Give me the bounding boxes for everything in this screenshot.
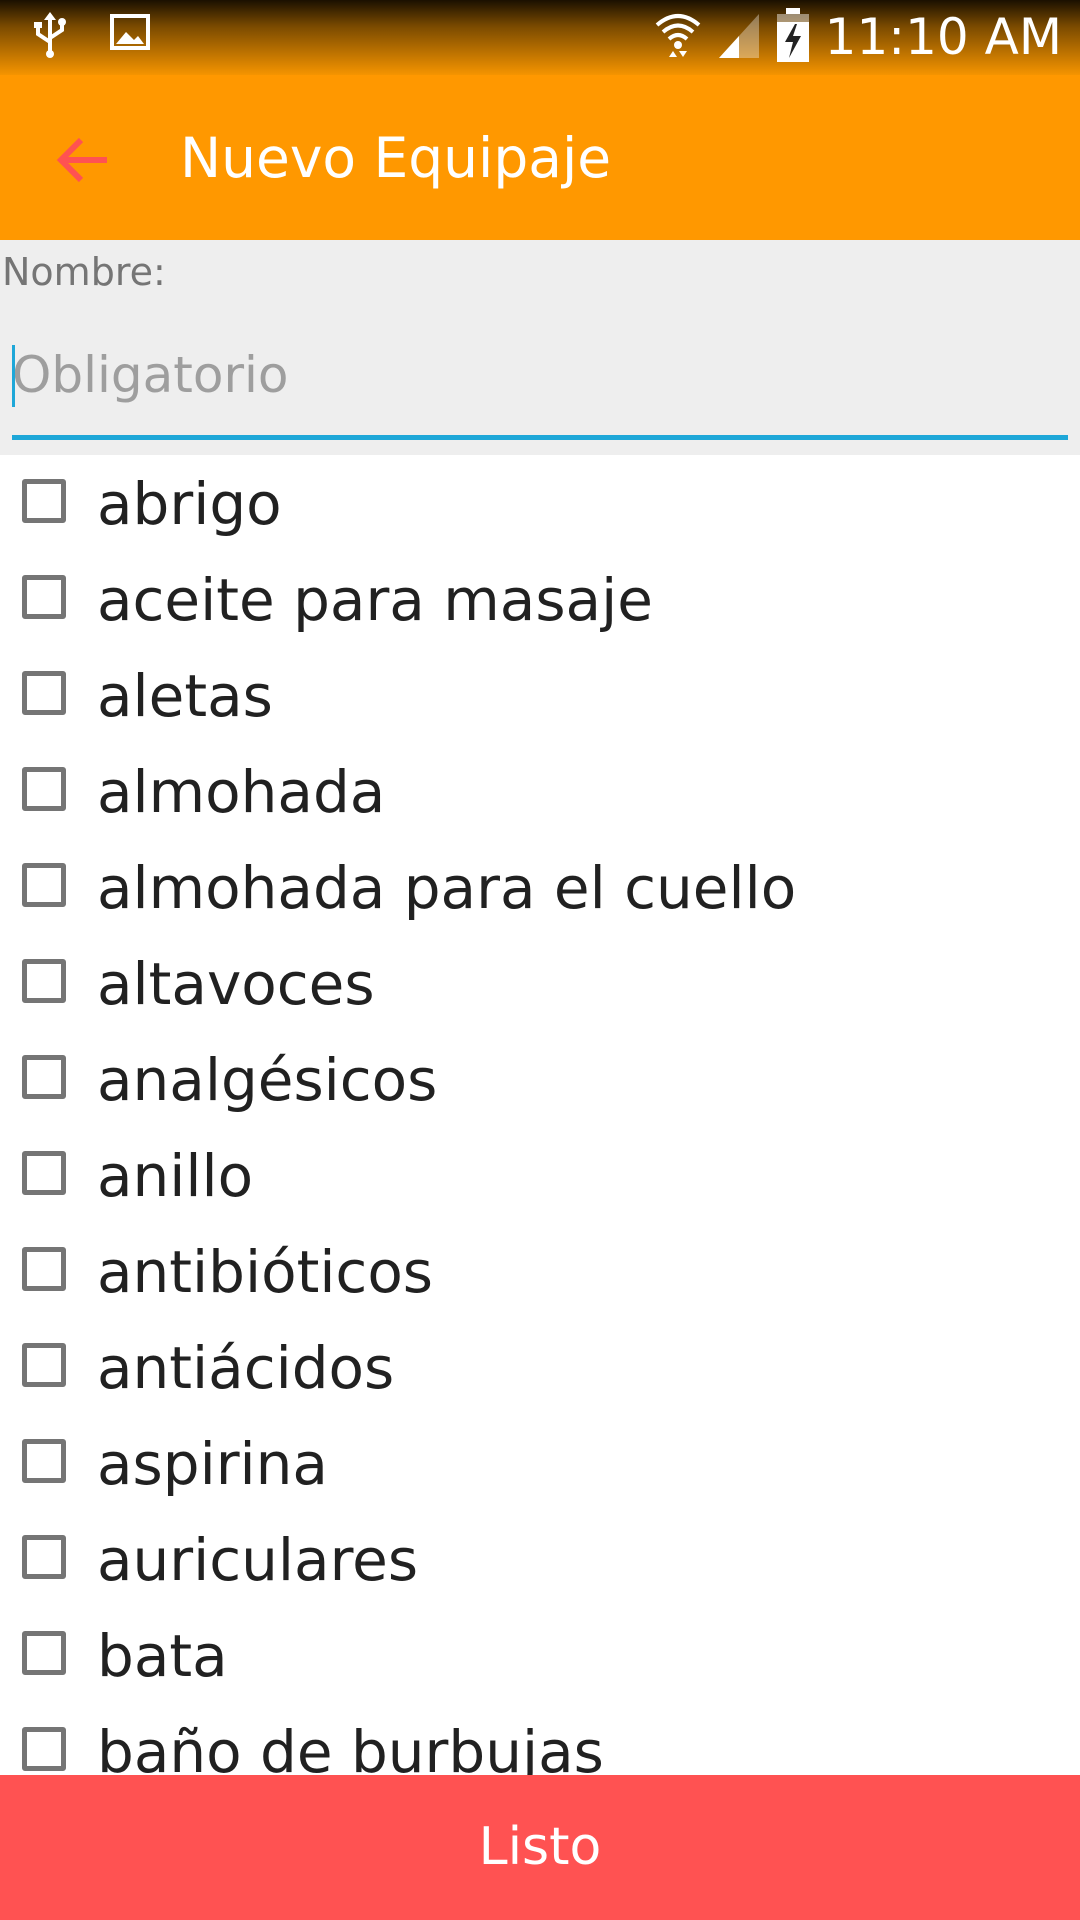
item-label: antibióticos	[97, 1238, 434, 1306]
item-list[interactable]: abrigo aceite para masaje aletas almohada al…	[0, 455, 1080, 1775]
item-label: altavoces	[97, 950, 375, 1018]
screen: 11:10 AM Nuevo Equipaje Nombre: abrigo ac…	[0, 0, 1080, 1920]
name-field-section: Nombre:	[0, 240, 1080, 455]
name-label: Nombre:	[2, 250, 166, 294]
checkbox[interactable]	[22, 863, 66, 907]
list-item[interactable]: aletas	[0, 647, 1080, 743]
list-item[interactable]: aceite para masaje	[0, 551, 1080, 647]
list-item[interactable]: analgésicos	[0, 1031, 1080, 1127]
list-item[interactable]: altavoces	[0, 935, 1080, 1031]
checkbox[interactable]	[22, 671, 66, 715]
text-cursor	[12, 345, 15, 407]
back-button[interactable]	[48, 125, 118, 195]
list-item[interactable]: anillo	[0, 1127, 1080, 1223]
item-label: bata	[97, 1622, 228, 1690]
checkbox[interactable]	[22, 1727, 66, 1771]
item-label: abrigo	[97, 470, 282, 538]
item-label: auriculares	[97, 1526, 419, 1594]
status-right-icons: 11:10 AM	[653, 6, 1062, 68]
name-input-underline	[12, 435, 1068, 440]
item-label: almohada para el cuello	[97, 854, 797, 922]
checkbox[interactable]	[22, 1631, 66, 1675]
done-button[interactable]: Listo	[0, 1775, 1080, 1920]
item-label: antiácidos	[97, 1334, 395, 1402]
checkbox[interactable]	[22, 1055, 66, 1099]
name-input[interactable]	[12, 330, 1068, 420]
usb-icon	[30, 10, 70, 64]
list-item[interactable]: aspirina	[0, 1415, 1080, 1511]
checkbox[interactable]	[22, 1439, 66, 1483]
signal-icon	[717, 10, 761, 64]
item-label: baño de burbujas	[97, 1718, 604, 1775]
list-item[interactable]: almohada	[0, 743, 1080, 839]
list-item[interactable]: bata	[0, 1607, 1080, 1703]
status-time: 11:10 AM	[824, 8, 1062, 66]
item-label: anillo	[97, 1142, 254, 1210]
checkbox[interactable]	[22, 1151, 66, 1195]
item-label: analgésicos	[97, 1046, 438, 1114]
checkbox[interactable]	[22, 479, 66, 523]
list-item[interactable]: almohada para el cuello	[0, 839, 1080, 935]
list-item[interactable]: baño de burbujas	[0, 1703, 1080, 1775]
list-item[interactable]: auriculares	[0, 1511, 1080, 1607]
item-label: almohada	[97, 758, 386, 826]
list-item[interactable]: antiácidos	[0, 1319, 1080, 1415]
item-label: aceite para masaje	[97, 566, 653, 634]
checkbox[interactable]	[22, 1343, 66, 1387]
status-bar: 11:10 AM	[0, 0, 1080, 75]
toolbar: Nuevo Equipaje	[0, 75, 1080, 240]
checkbox[interactable]	[22, 1247, 66, 1291]
list-item[interactable]: antibióticos	[0, 1223, 1080, 1319]
status-left-icons	[30, 10, 152, 64]
list-item[interactable]: abrigo	[0, 455, 1080, 551]
checkbox[interactable]	[22, 1535, 66, 1579]
arrow-back-icon	[56, 137, 107, 183]
checkbox[interactable]	[22, 575, 66, 619]
item-label: aletas	[97, 662, 273, 730]
checkbox[interactable]	[22, 959, 66, 1003]
wifi-icon	[653, 7, 703, 67]
checkbox[interactable]	[22, 767, 66, 811]
item-label: aspirina	[97, 1430, 328, 1498]
image-icon	[108, 10, 152, 64]
battery-charging-icon	[775, 6, 811, 68]
page-title: Nuevo Equipaje	[180, 126, 612, 190]
